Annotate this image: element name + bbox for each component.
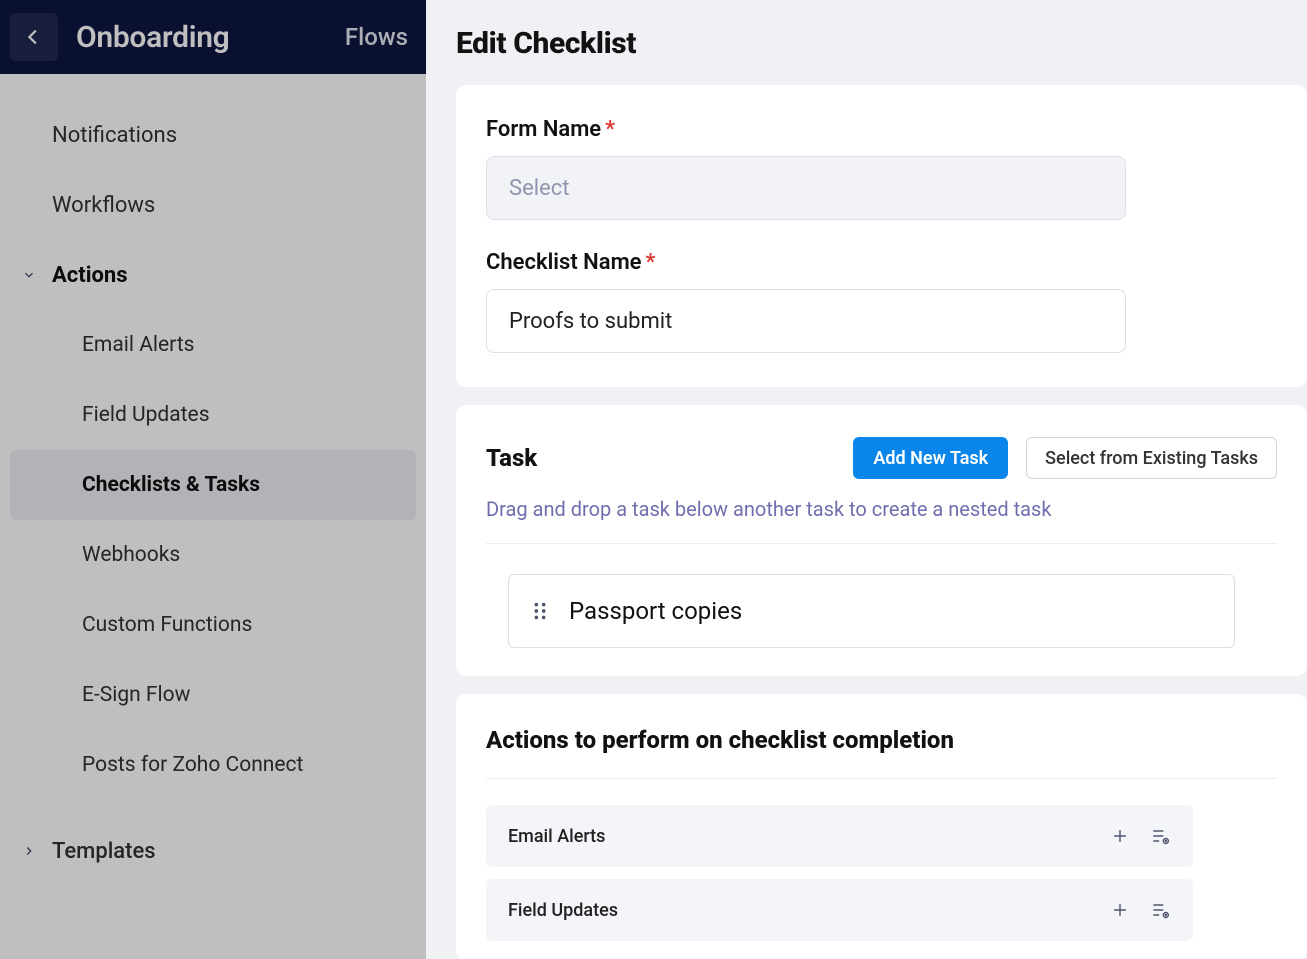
chevron-down-icon <box>16 268 42 282</box>
sidebar-item-notifications[interactable]: Notifications <box>0 100 426 170</box>
sidebar-item-label: Field Updates <box>82 403 210 427</box>
list-add-icon[interactable] <box>1149 899 1171 921</box>
sidebar-item-custom-functions[interactable]: Custom Functions <box>0 590 426 660</box>
sidenav: Notifications Workflows Actions Email Al… <box>0 74 426 886</box>
sidebar-item-label: Templates <box>52 839 156 864</box>
flows-link[interactable]: Flows <box>345 23 408 51</box>
completion-action-name: Email Alerts <box>508 826 605 847</box>
sidebar-header: Onboarding Flows <box>0 0 426 74</box>
sidebar-item-label: E-Sign Flow <box>82 683 190 707</box>
required-asterisk: * <box>605 117 615 142</box>
add-new-task-button[interactable]: Add New Task <box>853 437 1008 479</box>
page-title: Edit Checklist <box>456 26 1307 61</box>
checklist-name-input[interactable] <box>486 289 1126 353</box>
completion-action-row[interactable]: Field Updates <box>486 879 1193 941</box>
sidebar-item-workflows[interactable]: Workflows <box>0 170 426 240</box>
add-icon[interactable] <box>1109 825 1131 847</box>
task-helper-text: Drag and drop a task below another task … <box>486 497 1277 544</box>
sidebar-item-label: Custom Functions <box>82 613 252 637</box>
task-item[interactable]: Passport copies <box>508 574 1235 648</box>
form-name-label: Form Name* <box>486 117 1277 142</box>
task-list: Passport copies <box>486 544 1277 648</box>
add-icon[interactable] <box>1109 899 1131 921</box>
sidebar-item-label: Webhooks <box>82 543 180 567</box>
task-name: Passport copies <box>569 597 742 625</box>
sidebar-item-label: Posts for Zoho Connect <box>82 753 303 777</box>
sidebar-item-email-alerts[interactable]: Email Alerts <box>0 310 426 380</box>
required-asterisk: * <box>646 250 656 275</box>
sidebar-item-label: Workflows <box>52 193 155 218</box>
form-name-select[interactable]: Select <box>486 156 1126 220</box>
list-add-icon[interactable] <box>1149 825 1171 847</box>
sidebar-item-label: Notifications <box>52 123 177 148</box>
task-card: Task Add New Task Select from Existing T… <box>456 405 1307 676</box>
checklist-name-label: Checklist Name* <box>486 250 1277 275</box>
completion-actions-title: Actions to perform on checklist completi… <box>486 726 1277 779</box>
select-placeholder: Select <box>509 176 569 201</box>
select-existing-tasks-button[interactable]: Select from Existing Tasks <box>1026 437 1277 479</box>
sidebar-group-templates[interactable]: Templates <box>0 816 426 886</box>
sidebar-item-checklists-tasks[interactable]: Checklists & Tasks <box>10 450 416 520</box>
sidebar-group-actions[interactable]: Actions <box>0 240 426 310</box>
completion-action-name: Field Updates <box>508 900 618 921</box>
drag-handle-icon[interactable] <box>529 600 551 622</box>
sidebar-item-posts-zoho-connect[interactable]: Posts for Zoho Connect <box>0 730 426 800</box>
arrow-left-icon <box>23 26 45 48</box>
module-title: Onboarding <box>76 20 229 55</box>
sidebar-item-label: Email Alerts <box>82 333 194 357</box>
sidebar-item-label: Checklists & Tasks <box>82 473 260 497</box>
completion-actions-card: Actions to perform on checklist completi… <box>456 694 1307 959</box>
sidebar-item-field-updates[interactable]: Field Updates <box>0 380 426 450</box>
label-text: Form Name <box>486 117 601 142</box>
sidebar-item-esign-flow[interactable]: E-Sign Flow <box>0 660 426 730</box>
task-heading: Task <box>486 444 537 472</box>
sidebar-item-webhooks[interactable]: Webhooks <box>0 520 426 590</box>
chevron-right-icon <box>16 844 42 858</box>
label-text: Checklist Name <box>486 250 642 275</box>
back-button[interactable] <box>10 13 58 61</box>
sidebar-item-label: Actions <box>52 263 128 288</box>
checklist-form-card: Form Name* Select Checklist Name* <box>456 85 1307 387</box>
completion-action-row[interactable]: Email Alerts <box>486 805 1193 867</box>
